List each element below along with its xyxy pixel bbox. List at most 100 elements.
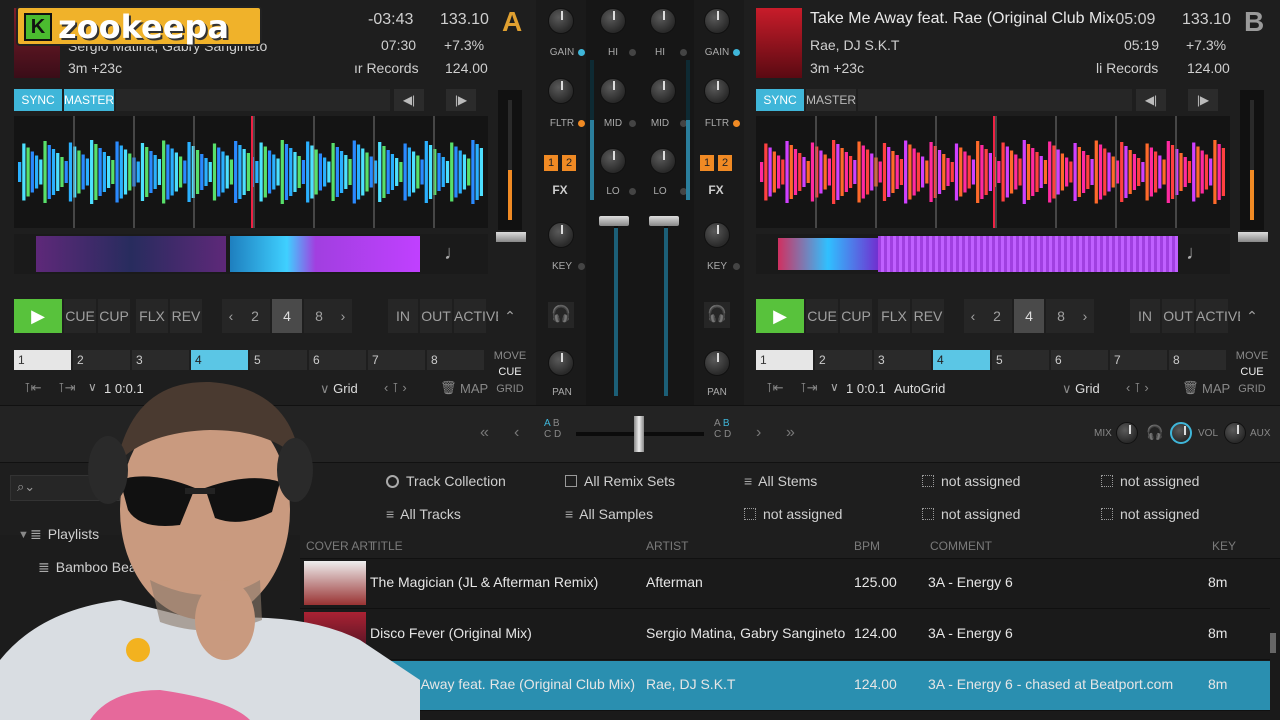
deck-b-note-icon[interactable]: ♩ bbox=[1186, 242, 1206, 265]
deck-b-loop-8[interactable]: 8 bbox=[1046, 299, 1076, 333]
deck-b-loop-2[interactable]: 2 bbox=[982, 299, 1012, 333]
mixer-a-lo-knob[interactable] bbox=[600, 148, 626, 174]
deck-b-map-button[interactable]: MAP bbox=[1202, 381, 1230, 396]
mixer-b-key-led[interactable] bbox=[733, 263, 740, 270]
deck-a-waveform[interactable] bbox=[14, 116, 488, 228]
hotcue-2[interactable]: 2 bbox=[815, 350, 872, 370]
deck-a-tempo-fader[interactable] bbox=[496, 90, 526, 242]
deck-a-loop-down-icon[interactable]: ‹ bbox=[222, 299, 240, 333]
deck-b-loop-4[interactable]: 4 bbox=[1014, 299, 1044, 333]
crossfader-left-icon[interactable]: ‹ bbox=[514, 424, 519, 442]
deck-b-loop-in-button[interactable]: IN bbox=[1130, 299, 1160, 333]
mixer-a-hi-knob[interactable] bbox=[600, 8, 626, 34]
deck-a-grid-mode[interactable]: GRID bbox=[492, 383, 528, 395]
deck-b-collapse-icon[interactable]: ⌃ bbox=[1240, 299, 1264, 333]
mixer-b-mid-knob[interactable] bbox=[650, 78, 676, 104]
mixer-a-filter-led[interactable] bbox=[578, 120, 585, 127]
mixer-a-gain-knob[interactable] bbox=[548, 8, 574, 34]
favorite-all-samples[interactable]: ≡ All Samples bbox=[565, 506, 653, 522]
deck-b-beatjump-forward-icon[interactable]: |▶ bbox=[1188, 89, 1218, 111]
deck-a-loop-active-button[interactable]: ACTIVE bbox=[454, 299, 505, 333]
deck-b-sync-button[interactable]: SYNC bbox=[756, 89, 804, 111]
deck-b-loop-active-button[interactable]: ACTIVE bbox=[1196, 299, 1247, 333]
mixer-a-mid-kill[interactable] bbox=[629, 120, 636, 127]
deck-a-cue-mode[interactable]: CUE bbox=[492, 366, 528, 378]
crossfader-right-icon[interactable]: › bbox=[756, 424, 761, 442]
mixer-a-fx2-button[interactable]: 2 bbox=[562, 155, 576, 171]
deck-a-reverse-button[interactable]: REV bbox=[170, 299, 202, 333]
deck-a-play-button[interactable]: ▶ bbox=[14, 299, 62, 333]
col-bpm[interactable]: BPM bbox=[854, 539, 880, 553]
deck-a-loop-4[interactable]: 4 bbox=[272, 299, 302, 333]
crossfader-right-assign[interactable]: A B C D bbox=[714, 418, 731, 440]
mixer-a-fx1-button[interactable]: 1 bbox=[544, 155, 558, 171]
mixer-a-channel-fader[interactable] bbox=[614, 218, 618, 396]
deck-b-flux-button[interactable]: FLX bbox=[878, 299, 910, 333]
deck-b-loop-out-button[interactable]: OUT bbox=[1162, 299, 1194, 333]
deck-b-delete-icon[interactable]: 🗑 bbox=[1182, 380, 1199, 396]
col-comment[interactable]: COMMENT bbox=[930, 539, 992, 553]
deck-a-flux-button[interactable]: FLX bbox=[136, 299, 168, 333]
hotcue-8[interactable]: 8 bbox=[1169, 350, 1226, 370]
favorite-slot-10[interactable]: not assigned bbox=[1101, 506, 1199, 522]
deck-b-grid-select[interactable]: ∨ Grid bbox=[1062, 381, 1100, 397]
deck-b-cue-name[interactable]: AutoGrid bbox=[894, 381, 945, 396]
deck-a-beatjump-forward-icon[interactable]: |▶ bbox=[446, 89, 476, 111]
deck-b-cue-nav-icon[interactable]: ‹ ⊺ › bbox=[1126, 380, 1149, 396]
mixer-a-key-knob[interactable] bbox=[548, 222, 574, 248]
crossfader-handle[interactable] bbox=[634, 416, 644, 452]
deck-a-beatjump-back-icon[interactable]: ◀| bbox=[394, 89, 424, 111]
mixer-b-hi-knob[interactable] bbox=[650, 8, 676, 34]
hotcue-6[interactable]: 6 bbox=[1051, 350, 1108, 370]
mixer-b-lo-knob[interactable] bbox=[650, 148, 676, 174]
mixer-b-channel-fader[interactable] bbox=[664, 218, 668, 396]
list-scrollbar[interactable] bbox=[1270, 633, 1276, 653]
deck-a-loop-up-icon[interactable]: › bbox=[334, 299, 352, 333]
deck-a-note-icon[interactable]: ♩ bbox=[444, 242, 464, 265]
deck-a-loop-in-button[interactable]: IN bbox=[388, 299, 418, 333]
mixer-b-fx2-button[interactable]: 2 bbox=[718, 155, 732, 171]
deck-b-play-button[interactable]: ▶ bbox=[756, 299, 804, 333]
deck-b-overview[interactable] bbox=[756, 234, 1230, 274]
col-artist[interactable]: ARTIST bbox=[646, 539, 688, 553]
deck-b-master-button[interactable]: MASTER bbox=[806, 89, 856, 111]
deck-a-map-button[interactable]: MAP bbox=[460, 381, 488, 396]
mixer-b-pan-knob[interactable] bbox=[704, 350, 730, 376]
hotcue-4[interactable]: 4 bbox=[933, 350, 990, 370]
mixer-b-gain-knob[interactable] bbox=[704, 8, 730, 34]
mixer-b-key-knob[interactable] bbox=[704, 222, 730, 248]
deck-b-tempo-fader[interactable] bbox=[1238, 90, 1268, 242]
deck-a-loop-2[interactable]: 2 bbox=[240, 299, 270, 333]
deck-a-delete-icon[interactable]: 🗑 bbox=[440, 380, 457, 396]
favorite-slot-4[interactable]: not assigned bbox=[922, 473, 1020, 489]
mixer-b-fader-handle[interactable] bbox=[649, 216, 679, 226]
deck-b-waveform[interactable] bbox=[756, 116, 1230, 228]
favorite-slot-5[interactable]: not assigned bbox=[1101, 473, 1199, 489]
deck-a-cup-button[interactable]: CUP bbox=[98, 299, 130, 333]
monitor-mix-knob[interactable] bbox=[1116, 422, 1138, 444]
mixer-b-fx1-button[interactable]: 1 bbox=[700, 155, 714, 171]
table-row[interactable]: The Magician (JL & Afterman Remix) Afterm… bbox=[300, 559, 1270, 609]
deck-b-cue-prev-icon[interactable]: ⊺⇤ bbox=[766, 380, 784, 396]
mixer-a-hi-kill[interactable] bbox=[629, 49, 636, 56]
deck-b-cue-button[interactable]: CUE bbox=[806, 299, 838, 333]
deck-b-beatjump-back-icon[interactable]: ◀| bbox=[1136, 89, 1166, 111]
deck-a-master-button[interactable]: MASTER bbox=[64, 89, 114, 111]
mixer-b-hi-kill[interactable] bbox=[680, 49, 687, 56]
table-row[interactable]: Me Away feat. Rae (Original Club Mix) Rae… bbox=[300, 661, 1270, 711]
monitor-volume-knob[interactable] bbox=[1170, 422, 1192, 444]
crossfader-fast-right-icon[interactable]: » bbox=[786, 424, 795, 442]
deck-b-loop-down-icon[interactable]: ‹ bbox=[964, 299, 982, 333]
col-key[interactable]: KEY bbox=[1212, 539, 1236, 553]
table-row[interactable]: Disco Fever (Original Mix) Sergio Matina,… bbox=[300, 610, 1270, 660]
mixer-a-headphone-cue-icon[interactable]: 🎧 bbox=[548, 302, 574, 328]
mixer-b-headphone-cue-icon[interactable]: 🎧 bbox=[704, 302, 730, 328]
mixer-a-fader-handle[interactable] bbox=[599, 216, 629, 226]
deck-b-loop-up-icon[interactable]: › bbox=[1076, 299, 1094, 333]
hotcue-1[interactable]: 1 bbox=[756, 350, 813, 370]
favorite-slot-9[interactable]: not assigned bbox=[922, 506, 1020, 522]
favorite-slot-8[interactable]: not assigned bbox=[744, 506, 842, 522]
hotcue-8[interactable]: 8 bbox=[427, 350, 484, 370]
hotcue-7[interactable]: 7 bbox=[1110, 350, 1167, 370]
mixer-b-filter-knob[interactable] bbox=[704, 78, 730, 104]
